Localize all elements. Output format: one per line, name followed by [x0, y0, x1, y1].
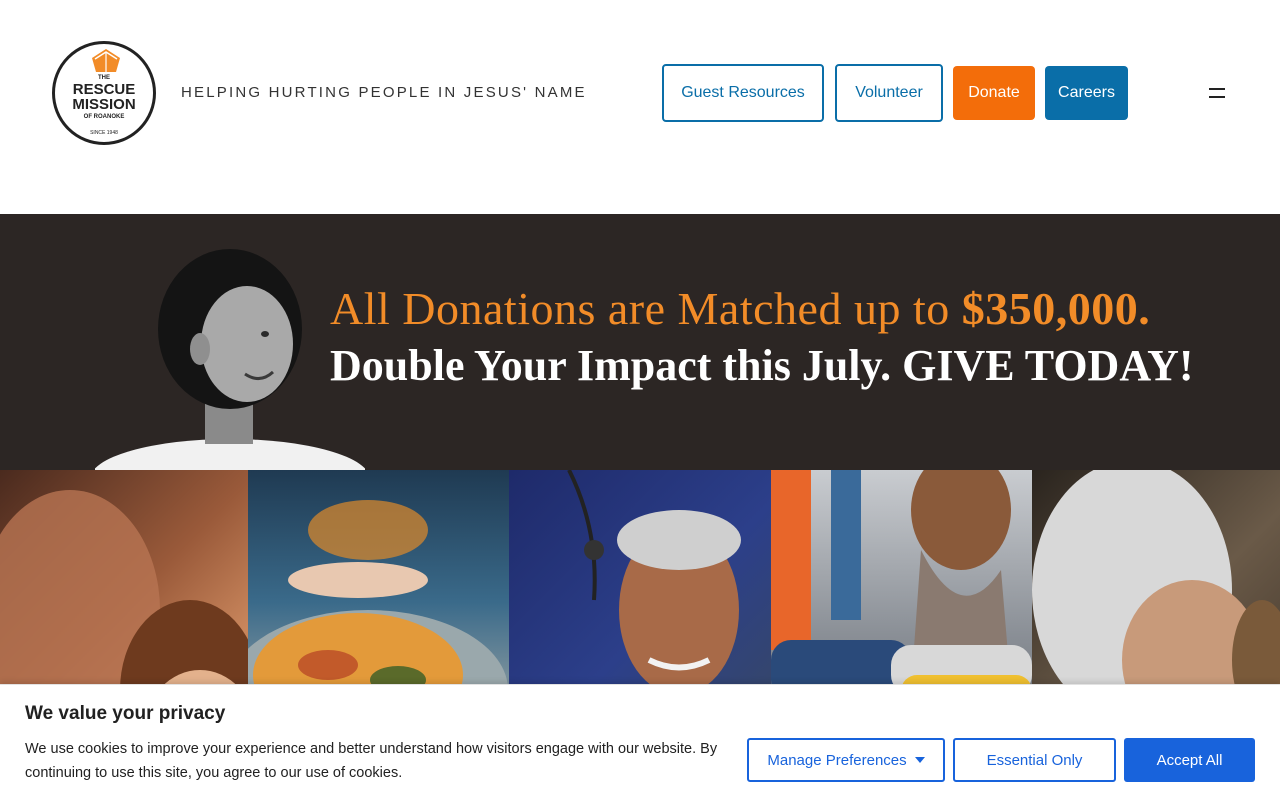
logo-since: SINCE 1948 — [90, 130, 118, 136]
logo-of-roanoke: OF ROANOKE — [83, 114, 125, 120]
banner-match-amount: $350,000. — [961, 283, 1151, 334]
banner-headline: All Donations are Matched up to $350,000… — [330, 282, 1150, 335]
logo-mission: MISSION — [72, 96, 136, 113]
volunteer-button[interactable]: Volunteer — [835, 64, 943, 122]
child-photo — [95, 249, 365, 470]
menu-icon[interactable] — [1209, 87, 1225, 99]
cookie-title: We value your privacy — [25, 703, 226, 724]
essential-only-button[interactable]: Essential Only — [953, 738, 1116, 782]
banner-headline-prefix: All Donations are Matched up to — [330, 283, 962, 334]
guest-resources-button[interactable]: Guest Resources — [662, 64, 824, 122]
banner-subheadline: Double Your Impact this July. GIVE TODAY… — [330, 341, 1194, 390]
cookie-description: We use cookies to improve your experienc… — [25, 741, 718, 781]
careers-button[interactable]: Careers — [1045, 66, 1128, 120]
cookie-consent-banner: We value your privacy We use cookies to … — [0, 684, 1280, 800]
donation-banner[interactable]: All Donations are Matched up to $350,000… — [0, 214, 1280, 470]
site-tagline: HELPING HURTING PEOPLE IN JESUS' NAME — [181, 84, 587, 101]
site-logo[interactable]: THE RESCUE MISSION OF ROANOKE SINCE 1948 — [52, 41, 156, 145]
manage-preferences-button[interactable]: Manage Preferences — [747, 738, 945, 782]
house-icon — [92, 49, 120, 72]
caret-down-icon — [914, 757, 925, 763]
donate-button[interactable]: Donate — [953, 66, 1035, 120]
site-header: THE RESCUE MISSION OF ROANOKE SINCE 1948… — [0, 0, 1280, 214]
accept-all-button[interactable]: Accept All — [1124, 738, 1255, 782]
manage-preferences-label: Manage Preferences — [767, 751, 907, 769]
